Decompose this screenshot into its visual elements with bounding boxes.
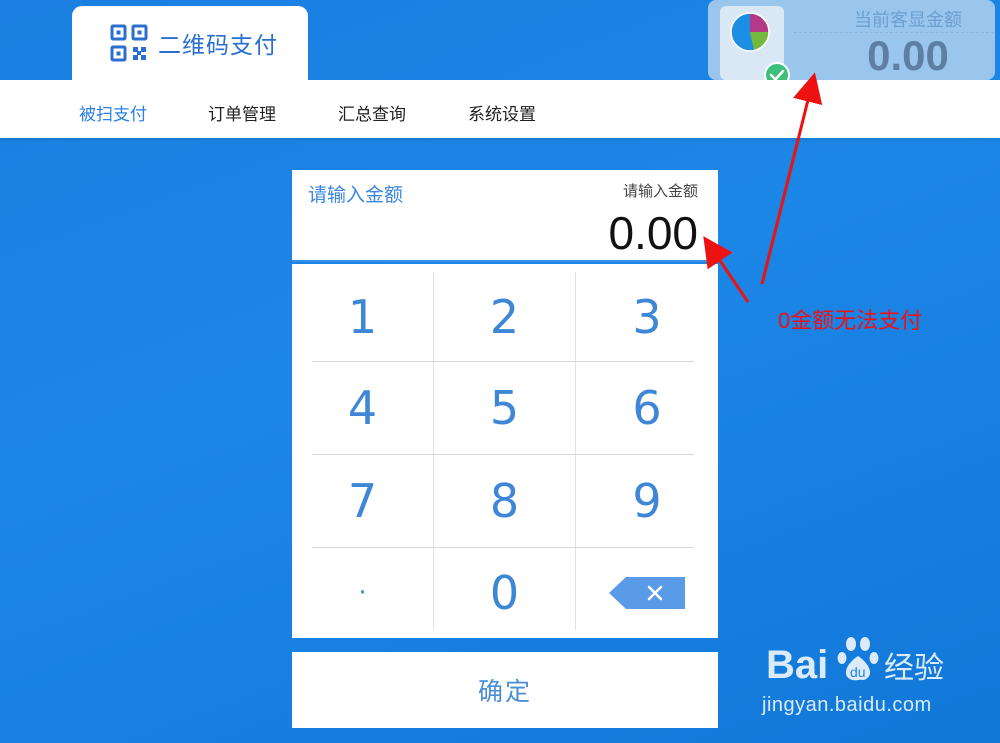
svg-text:经验: 经验 — [884, 651, 944, 686]
pie-logo-icon — [730, 12, 770, 52]
nav-item-summary[interactable]: 汇总查询 — [338, 100, 406, 125]
nav-item-orders[interactable]: 订单管理 — [208, 100, 276, 125]
customer-display-panel: 当前客显金额 0.00 — [708, 0, 995, 88]
baidu-logo-icon: Bai du 经验 — [766, 637, 944, 687]
key-7[interactable]: 7 — [292, 455, 433, 547]
key-dot[interactable]: · — [292, 548, 433, 638]
key-5[interactable]: 5 — [434, 362, 575, 454]
key-4[interactable]: 4 — [292, 362, 433, 454]
amount-input-label: 请输入金额 — [308, 184, 404, 206]
nav-item-settings[interactable]: 系统设置 — [468, 100, 536, 125]
key-6[interactable]: 6 — [576, 362, 718, 454]
app-tab-qr-payment[interactable]: 二维码支付 — [72, 6, 308, 80]
customer-display-amount: 0.00 — [867, 32, 949, 79]
nav-item-scan-pay[interactable]: 被扫支付 — [79, 100, 147, 125]
amount-input-value[interactable]: 0.00 — [608, 206, 698, 260]
key-backspace[interactable] — [576, 548, 718, 638]
top-bar: 二维码支付 当前客显金额 0.00 — [0, 0, 1000, 88]
key-3[interactable]: 3 — [576, 272, 718, 361]
watermark-url: jingyan.baidu.com — [762, 694, 932, 716]
annotation-text: 0金额无法支付 — [778, 308, 923, 333]
backspace-icon — [609, 577, 685, 609]
customer-display-label: 当前客显金额 — [854, 10, 962, 31]
key-2[interactable]: 2 — [434, 272, 575, 361]
numeric-keypad: 1 2 3 4 5 6 7 8 9 · 0 — [292, 264, 718, 638]
svg-text:du: du — [850, 664, 866, 680]
key-8[interactable]: 8 — [434, 455, 575, 547]
app-tab-title: 二维码支付 — [158, 33, 278, 59]
svg-text:Bai: Bai — [766, 643, 828, 687]
key-0[interactable]: 0 — [434, 548, 575, 638]
nav-bar: 被扫支付 订单管理 汇总查询 系统设置 — [0, 80, 1000, 138]
confirm-button[interactable]: 确定 — [292, 652, 718, 728]
baidu-jingyan-watermark: Bai du 经验 jingyan.baidu.com — [762, 632, 992, 732]
key-1[interactable]: 1 — [292, 272, 433, 361]
amount-input-hint: 请输入金额 — [622, 182, 698, 200]
amount-input-box[interactable]: 请输入金额 请输入金额 0.00 — [292, 170, 718, 262]
key-9[interactable]: 9 — [576, 455, 718, 547]
qr-code-icon — [110, 24, 148, 62]
display-logo — [720, 6, 790, 88]
